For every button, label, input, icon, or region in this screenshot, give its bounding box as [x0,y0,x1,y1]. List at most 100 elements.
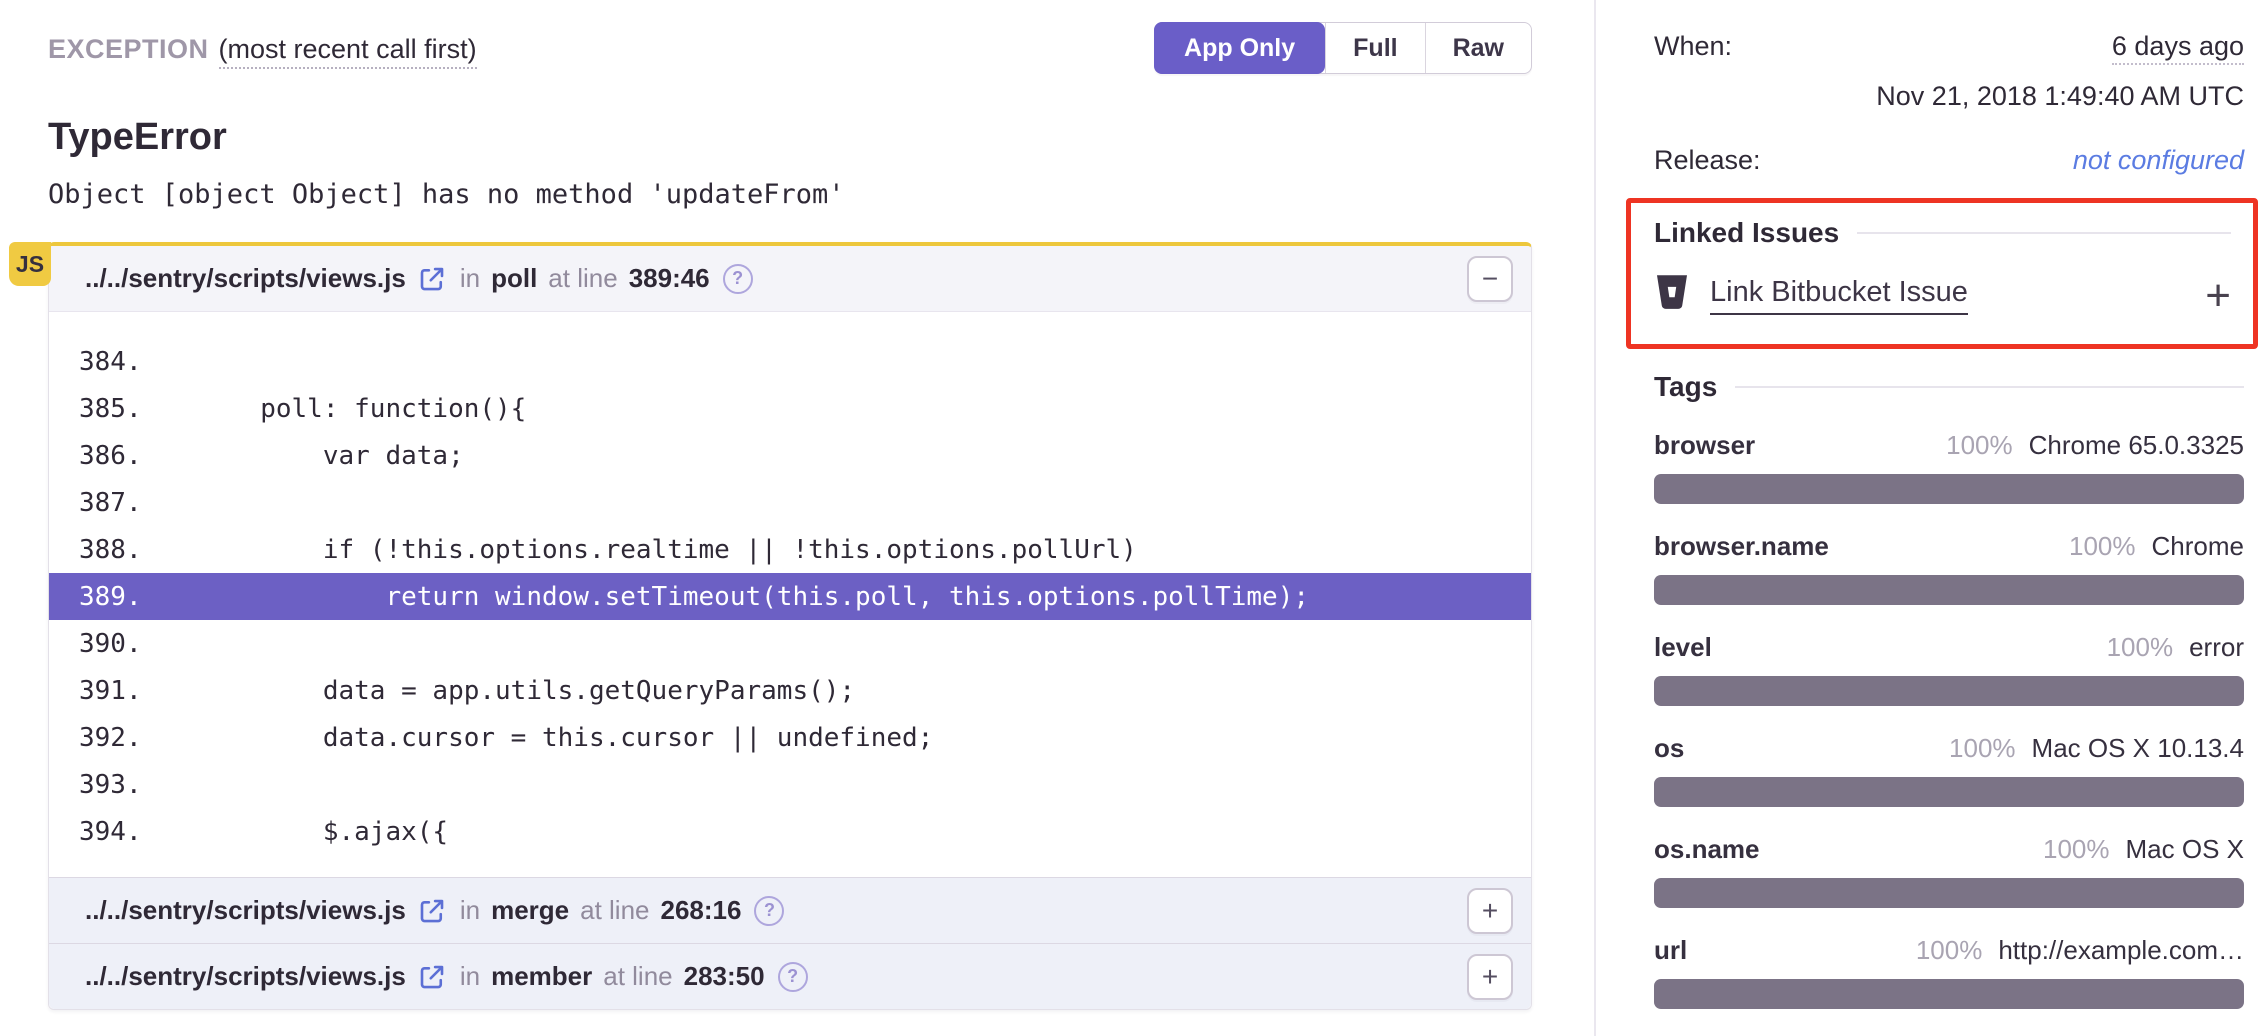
stack-frame-header[interactable]: ../../sentry/scripts/views.js in poll at… [49,246,1531,312]
code-line: 389. return window.setTimeout(this.poll,… [49,573,1531,620]
open-in-new-icon[interactable] [417,896,447,926]
tags-list: browser100%Chrome 65.0.3325browser.name1… [1654,430,2244,1009]
code-line-text: return window.setTimeout(this.poll, this… [121,582,1309,612]
frame-line-number: 389:46 [629,263,710,294]
tags-title: Tags [1654,371,1717,403]
code-line-number: 385. [49,394,121,424]
collapse-frame-button[interactable]: − [1467,256,1513,302]
question-icon[interactable]: ? [754,896,784,926]
code-line-number: 386. [49,441,121,471]
exception-section-title: EXCEPTION(most recent call first) [48,22,477,65]
tag-key[interactable]: os.name [1654,834,1760,865]
frame-filename[interactable]: ../../sentry/scripts/views.js [85,961,406,992]
frame-at-line-label: at line [603,961,672,992]
tag-key[interactable]: browser [1654,430,1755,461]
tag-percent: 100% [1916,935,1983,966]
tag-value[interactable]: error [2189,632,2244,663]
frame-filename[interactable]: ../../sentry/scripts/views.js [85,895,406,926]
code-line-number: 394. [49,817,121,847]
link-bitbucket-issue-link[interactable]: Link Bitbucket Issue [1710,276,1968,315]
tag-key[interactable]: os [1654,733,1684,764]
tag-value[interactable]: Chrome 65.0.3325 [2029,430,2244,461]
code-line-text: data.cursor = this.cursor || undefined; [121,723,933,753]
when-relative[interactable]: 6 days ago [2112,31,2244,65]
frame-line-number: 268:16 [661,895,742,926]
code-line-number: 384. [49,347,121,377]
tag-row: url 100% http://example.com… [1654,935,2244,1009]
stack-frame[interactable]: ../../sentry/scripts/views.js in member … [49,943,1531,1009]
stacktrace: JS ../../sentry/scripts/views.js in poll… [48,242,1532,1010]
expand-frame-button[interactable]: + [1467,888,1513,934]
frame-line-number: 283:50 [684,961,765,992]
tag-value[interactable]: Mac OS X 10.13.4 [2032,733,2244,764]
tag-key[interactable]: browser.name [1654,531,1829,562]
app-only-button[interactable]: App Only [1154,22,1325,74]
stack-frame[interactable]: ../../sentry/scripts/views.js in merge a… [49,877,1531,943]
tag-bar[interactable] [1654,777,2244,807]
code-line-text: var data; [121,441,464,471]
code-line-text: data = app.utils.getQueryParams(); [121,676,855,706]
code-line: 387. [49,479,1531,526]
stack-frame: ../../sentry/scripts/views.js in poll at… [49,246,1531,877]
tags-section: Tags browser 100% Chrome 65.0.3325 browser.… [1654,371,2244,1009]
code-line-text: if (!this.options.realtime || !this.opti… [121,535,1137,565]
code-line-number: 389. [49,582,121,612]
question-icon[interactable]: ? [778,962,808,992]
tag-percent: 100% [2107,632,2174,663]
tag-key[interactable]: level [1654,632,1712,663]
code-line-number: 393. [49,770,121,800]
exception-panel: EXCEPTION(most recent call first) App On… [0,0,1594,1036]
event-sidebar: When: 6 days ago Nov 21, 2018 1:49:40 AM… [1596,0,2264,1036]
code-line-number: 388. [49,535,121,565]
tag-value[interactable]: Chrome [2152,531,2244,562]
code-line-number: 392. [49,723,121,753]
tag-row: os 100% Mac OS X 10.13.4 [1654,733,2244,807]
code-line-number: 391. [49,676,121,706]
frame-function: merge [491,895,569,926]
code-line: 385. poll: function(){ [49,385,1531,432]
code-line-text: poll: function(){ [121,394,526,424]
when-label: When: [1654,30,1732,114]
tag-bar[interactable] [1654,474,2244,504]
bitbucket-icon [1654,273,1690,318]
expand-frame-button[interactable]: + [1467,954,1513,1000]
frame-at-line-label: at line [548,263,617,294]
add-issue-button[interactable]: + [2205,274,2231,318]
tag-percent: 100% [1949,733,2016,764]
question-icon[interactable]: ? [723,264,753,294]
release-label: Release: [1654,144,1761,178]
tag-bar[interactable] [1654,676,2244,706]
frame-in-label: in [460,263,480,294]
open-in-new-icon[interactable] [417,264,447,294]
tag-bar[interactable] [1654,979,2244,1009]
tag-value[interactable]: Mac OS X [2126,834,2244,865]
tag-row: level 100% error [1654,632,2244,706]
section-rule [1735,386,2244,388]
release-row: Release: not configured [1654,144,2244,178]
section-rule [1857,232,2231,234]
tag-bar[interactable] [1654,575,2244,605]
code-list: 384.385. poll: function(){386. var data;… [49,312,1531,877]
code-line: 384. [49,338,1531,385]
linked-issues-header: Linked Issues [1654,217,2231,249]
raw-button[interactable]: Raw [1425,23,1531,73]
code-line: 393. [49,761,1531,808]
tag-percent: 100% [2043,834,2110,865]
exception-section-label: EXCEPTION [48,34,209,64]
tag-value[interactable]: http://example.com… [1998,935,2244,966]
code-line: 388. if (!this.options.realtime || !this… [49,526,1531,573]
tag-key[interactable]: url [1654,935,1687,966]
tag-row: browser.name100%Chrome [1654,531,2244,605]
tag-bar[interactable] [1654,878,2244,908]
most-recent-call-note[interactable]: (most recent call first) [219,34,477,69]
frame-filename[interactable]: ../../sentry/scripts/views.js [85,263,406,294]
javascript-platform-badge: JS [9,242,51,286]
code-line-number: 390. [49,629,121,659]
full-button[interactable]: Full [1325,23,1424,73]
tag-row: os.name 100% Mac OS X [1654,834,2244,908]
release-value-link[interactable]: not configured [2073,144,2244,178]
exception-message: Object [object Object] has no method 'up… [48,179,1532,210]
code-line-text: $.ajax({ [121,817,448,847]
open-in-new-icon[interactable] [417,962,447,992]
frame-at-line-label: at line [580,895,649,926]
